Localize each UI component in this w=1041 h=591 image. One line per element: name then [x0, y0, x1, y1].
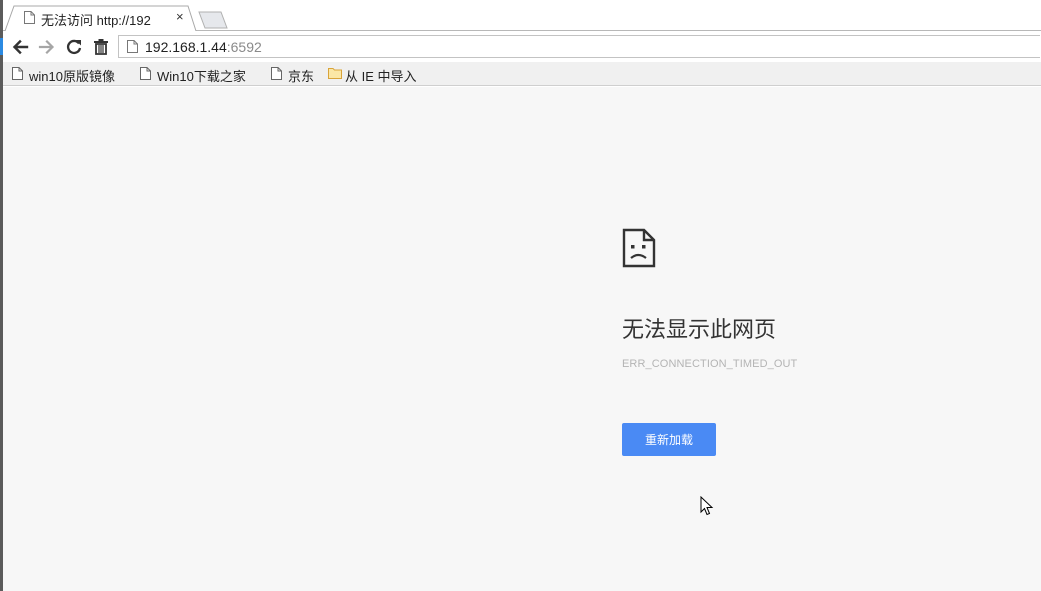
error-title: 无法显示此网页 [622, 317, 777, 342]
trash-icon[interactable] [92, 38, 110, 56]
forward-arrow-icon[interactable] [38, 38, 56, 56]
mouse-cursor-icon [700, 496, 714, 516]
page-icon [24, 11, 35, 24]
reload-button[interactable]: 重新加载 [622, 423, 716, 456]
page-icon [271, 67, 282, 80]
bookmark-label: 京东 [288, 69, 315, 84]
page-icon [140, 67, 151, 80]
address-text[interactable]: 192.168.1.44:6592 [145, 39, 262, 55]
address-port: :6592 [226, 39, 262, 55]
bookmark-item[interactable]: Win10下载之家 [140, 65, 262, 84]
folder-icon [328, 68, 342, 79]
new-tab-button[interactable] [196, 10, 230, 30]
address-host: 192.168.1.44 [145, 39, 227, 55]
back-arrow-icon[interactable] [11, 38, 29, 56]
page-icon [127, 40, 138, 53]
bookmark-label: win10原版镜像 [29, 69, 115, 84]
bookmark-folder[interactable]: 从 IE 中导入 [328, 65, 428, 84]
tab-close-icon[interactable]: × [176, 9, 184, 24]
bookmark-label: 从 IE 中导入 [345, 69, 417, 84]
reload-icon[interactable] [65, 38, 83, 56]
page-icon [12, 67, 23, 80]
error-page [3, 87, 1041, 591]
bookmark-item[interactable]: win10原版镜像 [12, 65, 130, 84]
error-code: ERR_CONNECTION_TIMED_OUT [622, 358, 798, 370]
tab-title: 无法访问 http://192 [41, 13, 151, 28]
sad-page-icon [622, 228, 656, 268]
address-bar[interactable]: 192.168.1.44:6592 [118, 35, 1040, 58]
bookmark-label: Win10下载之家 [157, 69, 246, 84]
bookmark-item[interactable]: 京东 [271, 65, 321, 84]
